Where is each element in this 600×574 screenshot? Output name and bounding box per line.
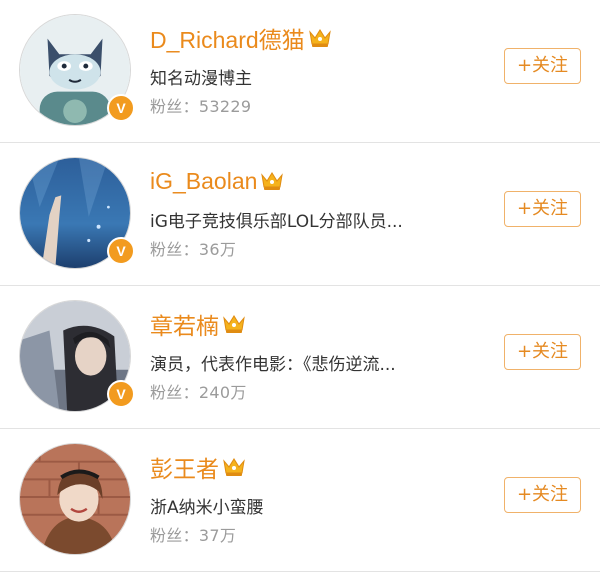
vip-crown-icon [260,171,284,191]
follow-button[interactable]: +关注 [504,191,581,227]
fans-count: 粉丝：36万 [150,240,237,259]
follow-button[interactable]: +关注 [504,477,581,513]
user-row[interactable]: V D_Richard德猫 知名动漫博主 粉丝：53229 +关注 [0,0,600,142]
verified-badge: V [107,237,135,265]
user-row[interactable]: 彭王者 浙A纳米小蛮腰 粉丝：37万 +关注 [0,429,600,571]
row-divider [0,142,600,143]
row-divider [0,571,600,572]
user-row[interactable]: V iG_Baolan iG电子竞技俱乐部LOL分部队员... 粉丝：36万 +… [0,143,600,285]
user-description: 浙A纳米小蛮腰 [150,498,264,518]
avatar[interactable] [19,443,131,555]
follow-button[interactable]: +关注 [504,334,581,370]
verified-badge: V [107,94,135,122]
user-name[interactable]: iG_Baolan [150,168,257,195]
vip-crown-icon [222,457,246,477]
vip-crown-icon [222,314,246,334]
verified-badge: V [107,380,135,408]
user-description: 演员，代表作电影：《悲伤逆流... [150,355,396,375]
user-name[interactable]: D_Richard德猫 [150,21,305,55]
avatar[interactable]: V [19,14,135,126]
fans-count: 粉丝：37万 [150,526,237,545]
user-name[interactable]: 彭王者 [150,450,219,484]
follow-button[interactable]: +关注 [504,48,581,84]
avatar[interactable]: V [19,157,135,269]
fans-count: 粉丝：53229 [150,97,252,116]
user-list: V D_Richard德猫 知名动漫博主 粉丝：53229 +关注 V iG_B… [0,0,600,574]
avatar-image [19,443,131,555]
row-divider [0,428,600,429]
vip-crown-icon [308,28,332,48]
user-name[interactable]: 章若楠 [150,307,219,341]
fans-count: 粉丝：240万 [150,383,247,402]
user-description: iG电子竞技俱乐部LOL分部队员... [150,212,403,232]
avatar[interactable]: V [19,300,135,412]
user-row[interactable]: V 章若楠 演员，代表作电影：《悲伤逆流... 粉丝：240万 +关注 [0,286,600,428]
user-description: 知名动漫博主 [150,69,252,89]
row-divider [0,285,600,286]
